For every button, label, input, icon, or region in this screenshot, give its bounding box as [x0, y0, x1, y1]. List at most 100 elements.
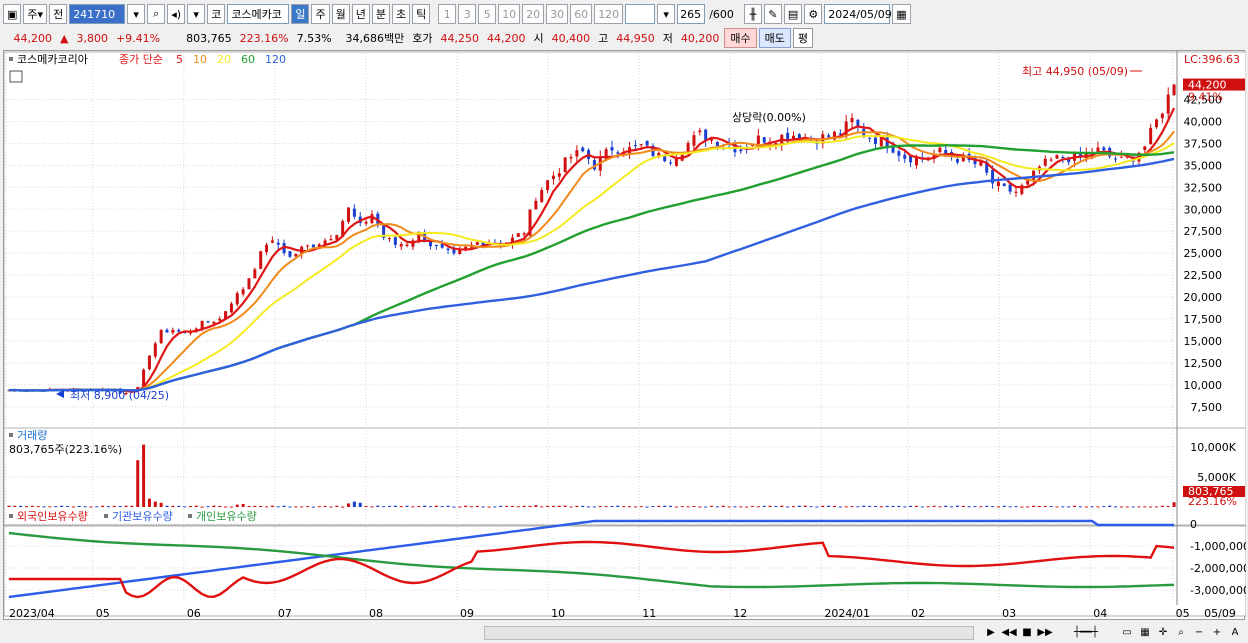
price-change: 3,800: [76, 31, 108, 45]
volume-bar-183: [1078, 506, 1082, 508]
volume-bar-199: [1172, 502, 1176, 507]
buy-order-button[interactable]: 매수: [724, 28, 757, 48]
volume-bar-107: [633, 506, 637, 508]
volume-bar-78: [464, 505, 468, 507]
grid-icon[interactable]: ▦: [1138, 626, 1152, 640]
stock-code-input[interactable]: 241710: [69, 4, 126, 24]
price-tick-label-3: 15,000: [1184, 335, 1223, 348]
bar-count-input[interactable]: 265: [677, 4, 706, 24]
volume-bar-159: [938, 506, 942, 508]
volume-bar-80: [475, 505, 479, 507]
interval-button-3[interactable]: 3: [458, 4, 477, 24]
x-axis-label-4: 08: [369, 607, 383, 620]
volume-bar-167: [985, 505, 989, 507]
volume-bar-39: [235, 504, 239, 507]
volume-bar-116: [686, 506, 690, 508]
period-button-4[interactable]: 분: [371, 4, 390, 24]
holding-legend-square-2: [188, 514, 192, 518]
chart-type-icon[interactable]: ╫: [743, 4, 762, 24]
search-icon[interactable]: ⌕: [147, 4, 166, 24]
stock-name-legend: 코스메카코리아: [17, 53, 88, 66]
window-menu-icon[interactable]: ▣: [3, 4, 22, 24]
candle-body-199: [1172, 84, 1176, 96]
volume-bar-119: [704, 506, 708, 508]
rewind-icon[interactable]: ◀◀: [1001, 626, 1016, 640]
play-icon[interactable]: ▶: [984, 626, 998, 640]
volume-bar-195: [1149, 506, 1153, 508]
x-axis-label-2: 06: [187, 607, 201, 620]
font-icon[interactable]: A: [1228, 626, 1242, 640]
volume-bar-169: [996, 506, 1000, 508]
volume-bar-174: [1026, 506, 1030, 508]
volume-bar-64: [382, 506, 386, 508]
period-button-0[interactable]: 일: [291, 4, 310, 24]
sell-order-button[interactable]: 매도: [758, 28, 791, 48]
category-button[interactable]: 코: [207, 4, 226, 24]
volume-bar-24: [147, 498, 151, 507]
speaker-dropdown-icon[interactable]: ▾: [187, 4, 206, 24]
ruler-icon[interactable]: ┼━━┼: [1056, 626, 1116, 640]
draw-tool-icon[interactable]: ✎: [763, 4, 782, 24]
volume-bar-123: [727, 506, 731, 508]
calendar-icon[interactable]: ▦: [892, 4, 911, 24]
volume-bar-184: [1084, 506, 1088, 508]
period-button-1[interactable]: 주: [311, 4, 330, 24]
speaker-icon[interactable]: ◂): [167, 4, 186, 24]
date-input[interactable]: 2024/05/09: [824, 4, 892, 24]
volume-bar-46: [276, 506, 280, 508]
interval-button-20[interactable]: 20: [522, 4, 545, 24]
price-change-pct: +9.41%: [115, 31, 161, 45]
period-button-6[interactable]: 틱: [412, 4, 431, 24]
period-button-3[interactable]: 년: [351, 4, 370, 24]
volume-bar-12: [77, 505, 81, 507]
code-dropdown-icon[interactable]: ▾: [127, 4, 146, 24]
volume-bar-98: [581, 505, 585, 507]
stop-icon[interactable]: ■: [1020, 626, 1034, 640]
candle-body-29: [177, 329, 181, 332]
zoom-icon[interactable]: ⌕: [1174, 626, 1188, 640]
interval-button-1[interactable]: 1: [438, 4, 457, 24]
volume-bar-19: [118, 506, 122, 508]
minus-icon[interactable]: −: [1192, 626, 1206, 640]
price-tick-label-1: 10,000: [1184, 379, 1223, 392]
interval-button-10[interactable]: 10: [498, 4, 521, 24]
candle-body-178: [1049, 159, 1053, 161]
settings-icon[interactable]: ⚙: [804, 4, 823, 24]
high-price: 44,950: [616, 31, 655, 45]
plus-icon[interactable]: +: [1210, 626, 1224, 640]
candle-body-147: [868, 137, 872, 139]
x-axis-label-5: 09: [460, 607, 474, 620]
interval-input[interactable]: [625, 4, 656, 24]
legend-square-icon: [9, 57, 13, 61]
ma-legend-20: 20: [217, 53, 231, 66]
volume-bar-138: [815, 506, 819, 508]
volume-bar-193: [1137, 506, 1141, 508]
layout-icon[interactable]: ▭: [1120, 626, 1134, 640]
stock-chart[interactable]: 7,500 10,000 12,500 15,000 17,500 20,000 22,50…: [4, 51, 1246, 621]
volume-bar-121: [715, 506, 719, 508]
period-select[interactable]: 전: [49, 4, 68, 24]
interval-button-120[interactable]: 120: [594, 4, 624, 24]
price-tick-label-8: 27,500: [1184, 225, 1223, 238]
volume-bar-58: [347, 503, 351, 507]
interval-button-5[interactable]: 5: [478, 4, 497, 24]
average-button[interactable]: 평: [792, 28, 814, 48]
interval-dropdown-icon[interactable]: ▾: [657, 4, 676, 24]
crosshair-icon[interactable]: ✛: [1156, 626, 1170, 640]
period-button-5[interactable]: 초: [391, 4, 411, 24]
volume-bar-179: [1055, 506, 1059, 508]
volume-bar-126: [745, 506, 749, 508]
volume-bar-22: [136, 460, 140, 507]
ma-legend-5: 5: [176, 53, 183, 66]
chart-scrollbar[interactable]: [484, 625, 974, 640]
chart-area[interactable]: 7,500 10,000 12,500 15,000 17,500 20,000 22,50…: [3, 50, 1246, 621]
save-icon[interactable]: ▤: [783, 4, 803, 24]
period-button-2[interactable]: 월: [331, 4, 350, 24]
interval-button-30[interactable]: 30: [546, 4, 569, 24]
volume-bar-186: [1096, 506, 1100, 508]
interval-button-60[interactable]: 60: [570, 4, 593, 24]
forward-icon[interactable]: ▶▶: [1037, 626, 1052, 640]
candle-body-40: [241, 289, 245, 295]
candle-body-152: [897, 151, 901, 156]
market-select[interactable]: 주 ▾: [23, 4, 48, 24]
